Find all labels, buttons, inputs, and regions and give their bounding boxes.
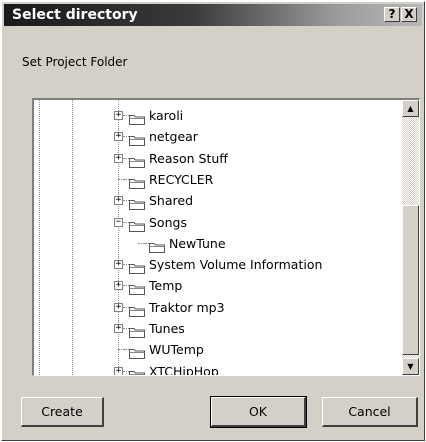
folder-icon <box>129 110 145 125</box>
expand-icon[interactable]: + <box>114 196 123 206</box>
tree-item[interactable]: + Temp <box>34 275 394 296</box>
folder-icon <box>129 323 145 338</box>
title-bar[interactable]: Select directory ? X <box>4 4 422 26</box>
folder-icon <box>129 344 145 360</box>
scroll-up-button[interactable]: ▲ <box>402 100 419 117</box>
tree-item-label: WUTemp <box>149 342 204 358</box>
folder-icon <box>129 366 145 375</box>
tree-item[interactable]: + System Volume Information <box>34 254 394 275</box>
tree-item[interactable]: RECYCLER <box>34 169 394 190</box>
tree-item-label: netgear <box>149 129 198 145</box>
expand-icon[interactable]: + <box>114 324 123 333</box>
folder-icon <box>149 238 165 253</box>
folder-icon <box>129 259 145 275</box>
expand-icon[interactable]: + <box>114 366 123 375</box>
tree-item[interactable]: + Shared <box>34 190 394 211</box>
directory-tree[interactable]: + karoli + netgear + Reason Stuff RECYCLER + Sha… <box>32 98 420 376</box>
tree-item-label: Reason Stuff <box>149 150 228 166</box>
folder-icon <box>129 174 145 189</box>
tree-item[interactable]: WUTemp <box>34 339 394 360</box>
expand-icon[interactable]: + <box>114 260 123 270</box>
scroll-down-button[interactable]: ▼ <box>402 358 419 375</box>
tree-item-label: Tunes <box>149 321 185 336</box>
tree-item[interactable]: + Tunes <box>34 318 394 339</box>
folder-icon <box>129 217 145 232</box>
tree-item-label: Traktor mp3 <box>149 299 225 315</box>
collapse-icon[interactable]: − <box>114 217 123 227</box>
expand-icon[interactable]: + <box>114 132 123 142</box>
create-button[interactable]: Create <box>21 397 104 427</box>
expand-icon[interactable]: + <box>114 153 123 163</box>
tree-scrollbar[interactable]: ▲ ▼ <box>402 100 419 375</box>
tree-item[interactable]: − Songs <box>34 212 394 233</box>
tree-item-label: karoli <box>149 108 184 123</box>
tree-item[interactable]: + Traktor mp3 <box>34 297 394 318</box>
tree-item-label: System Volume Information <box>149 257 323 273</box>
folder-icon <box>129 280 145 296</box>
help-button[interactable]: ? <box>384 7 400 22</box>
tree-item-label: RECYCLER <box>149 171 214 187</box>
cancel-button[interactable]: Cancel <box>322 397 418 427</box>
select-directory-dialog: Select directory ? X Set Project Folder … <box>1 1 425 441</box>
expand-icon[interactable]: + <box>114 281 123 291</box>
tree-item[interactable]: + karoli <box>34 105 394 126</box>
tree-item[interactable]: + XTCHipHop <box>34 361 394 376</box>
expand-icon[interactable]: + <box>114 111 123 120</box>
expand-icon[interactable]: + <box>114 302 123 312</box>
folder-icon <box>129 131 145 147</box>
tree-item-label: Shared <box>149 193 194 209</box>
folder-icon <box>129 195 145 211</box>
tree-item-label: XTCHipHop <box>149 363 219 376</box>
folder-icon <box>129 153 145 168</box>
ok-button[interactable]: OK <box>210 396 307 428</box>
scroll-thumb[interactable] <box>402 205 419 355</box>
folder-icon <box>129 302 145 317</box>
tree-item[interactable]: + Reason Stuff <box>34 148 394 169</box>
tree-item[interactable]: NewTune <box>34 233 394 254</box>
tree-item-label: Temp <box>149 278 183 294</box>
close-button[interactable]: X <box>401 7 417 22</box>
dialog-title: Select directory <box>12 7 138 23</box>
tree-item[interactable]: + netgear <box>34 126 394 147</box>
tree-item-label: Songs <box>149 214 187 230</box>
prompt-text: Set Project Folder <box>22 55 128 69</box>
tree-item-label: NewTune <box>169 235 226 251</box>
